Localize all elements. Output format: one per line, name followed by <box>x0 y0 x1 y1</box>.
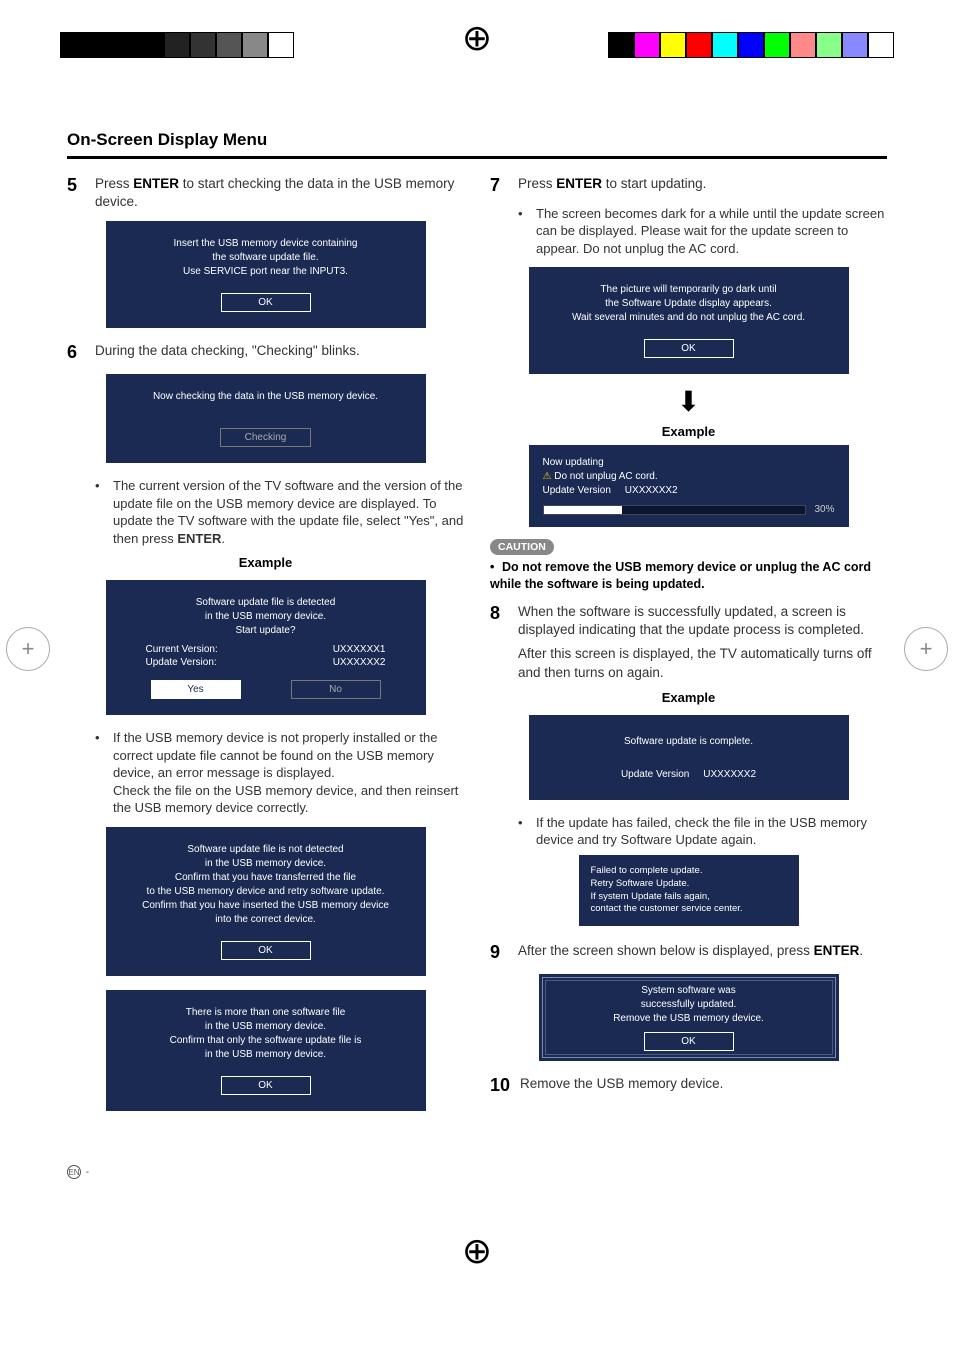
ok-button[interactable]: OK <box>644 1032 734 1051</box>
do-not-unplug-text: Do not unplug AC cord. <box>543 471 835 482</box>
progress-version-label: Update Version <box>543 485 611 496</box>
dialog-not-detected: Software update file is not detected in … <box>106 827 426 976</box>
yes-button[interactable]: Yes <box>151 680 241 699</box>
bullet-current-version: • The current version of the TV software… <box>95 477 464 547</box>
caution-badge: CAUTION <box>490 539 554 555</box>
step-9: 9 After the screen shown below is displa… <box>490 942 887 964</box>
print-marks-top: ⊕ <box>0 0 954 70</box>
dialog-picture-dark: The picture will temporarily go dark unt… <box>529 267 849 374</box>
progress-percent: 30% <box>814 504 834 515</box>
caution-text: •Do not remove the USB memory device or … <box>490 559 887 593</box>
step-6: 6 During the data checking, "Checking" b… <box>67 342 464 364</box>
step-10-text: Remove the USB memory device. <box>520 1075 887 1097</box>
ok-button[interactable]: OK <box>221 293 311 312</box>
crosshair-right-icon: + <box>904 627 948 671</box>
complete-version-label: Update Version <box>621 769 689 780</box>
bullet-error-msg: • If the USB memory device is not proper… <box>95 729 464 817</box>
bullet-update-failed: • If the update has failed, check the fi… <box>518 814 887 849</box>
step-5-number: 5 <box>67 175 85 211</box>
progress-version-value: UXXXXXX2 <box>625 485 678 496</box>
section-rule <box>67 156 887 159</box>
ok-button[interactable]: OK <box>221 1076 311 1095</box>
step-6-number: 6 <box>67 342 85 364</box>
section-title: On-Screen Display Menu <box>67 130 887 150</box>
progress-fill <box>544 506 623 514</box>
dialog-now-updating: Now updating Do not unplug AC cord. Upda… <box>529 445 849 527</box>
dialog-update-complete: Software update is complete. Update Vers… <box>529 715 849 800</box>
page-content: On-Screen Display Menu 5 Press ENTER to … <box>67 70 887 1229</box>
dialog-insert-usb: Insert the USB memory device containing … <box>106 221 426 328</box>
step-8-number: 8 <box>490 603 508 682</box>
step-8: 8 When the software is successfully upda… <box>490 603 887 682</box>
footer-hyphen: - <box>83 1167 89 1178</box>
update-version-value: UXXXXXX2 <box>333 657 386 668</box>
footer-language: EN - <box>67 1165 887 1179</box>
colorbar-right <box>608 32 894 58</box>
crosshair-left-icon: + <box>6 627 50 671</box>
example-label-3: Example <box>490 690 887 705</box>
complete-version-value: UXXXXXX2 <box>703 769 756 780</box>
left-column: 5 Press ENTER to start checking the data… <box>67 175 464 1125</box>
footer-lang-badge: EN <box>67 1165 81 1179</box>
step-5-text: Press ENTER to start checking the data i… <box>95 175 464 211</box>
crosshair-top-icon: ⊕ <box>462 20 492 56</box>
step-5: 5 Press ENTER to start checking the data… <box>67 175 464 211</box>
dialog-failed: Failed to complete update. Retry Softwar… <box>579 855 799 926</box>
dialog-insert-line3: Use SERVICE port near the INPUT3. <box>116 265 416 279</box>
step-7: 7 Press ENTER to start updating. <box>490 175 887 197</box>
right-column: 7 Press ENTER to start updating. • The s… <box>490 175 887 1125</box>
colorbar-left <box>60 32 294 58</box>
step-7-number: 7 <box>490 175 508 197</box>
dialog-multiple-files: There is more than one software file in … <box>106 990 426 1111</box>
step-8-text: When the software is successfully update… <box>518 603 887 682</box>
ok-button[interactable]: OK <box>644 339 734 358</box>
step-7-text: Press ENTER to start updating. <box>518 175 887 197</box>
no-button[interactable]: No <box>291 680 381 699</box>
example-label-2: Example <box>490 424 887 439</box>
crosshair-bottom-icon: ⊕ <box>462 1233 492 1269</box>
dialog-checking-text: Now checking the data in the USB memory … <box>116 390 416 404</box>
arrow-down-icon: ⬇ <box>490 388 887 416</box>
step-10-number: 10 <box>490 1075 510 1097</box>
dialog-checking: Now checking the data in the USB memory … <box>106 374 426 463</box>
progress-bar <box>543 505 807 515</box>
update-version-label: Update Version: <box>146 657 217 668</box>
now-updating-text: Now updating <box>543 457 835 468</box>
bullet-screen-dark: • The screen becomes dark for a while un… <box>518 205 887 258</box>
dialog-insert-line1: Insert the USB memory device containing <box>116 237 416 251</box>
dialog-update-detected: Software update file is detected in the … <box>106 580 426 715</box>
current-version-value: UXXXXXX1 <box>333 644 386 655</box>
dialog-insert-line2: the software update file. <box>116 251 416 265</box>
checking-button: Checking <box>220 428 312 447</box>
ok-button[interactable]: OK <box>221 941 311 960</box>
step-6-text: During the data checking, "Checking" bli… <box>95 342 464 364</box>
current-version-label: Current Version: <box>146 644 218 655</box>
step-10: 10 Remove the USB memory device. <box>490 1075 887 1097</box>
step-9-text: After the screen shown below is displaye… <box>518 942 887 964</box>
step-9-number: 9 <box>490 942 508 964</box>
example-label-1: Example <box>67 555 464 570</box>
dialog-success: System software was successfully updated… <box>539 974 839 1061</box>
